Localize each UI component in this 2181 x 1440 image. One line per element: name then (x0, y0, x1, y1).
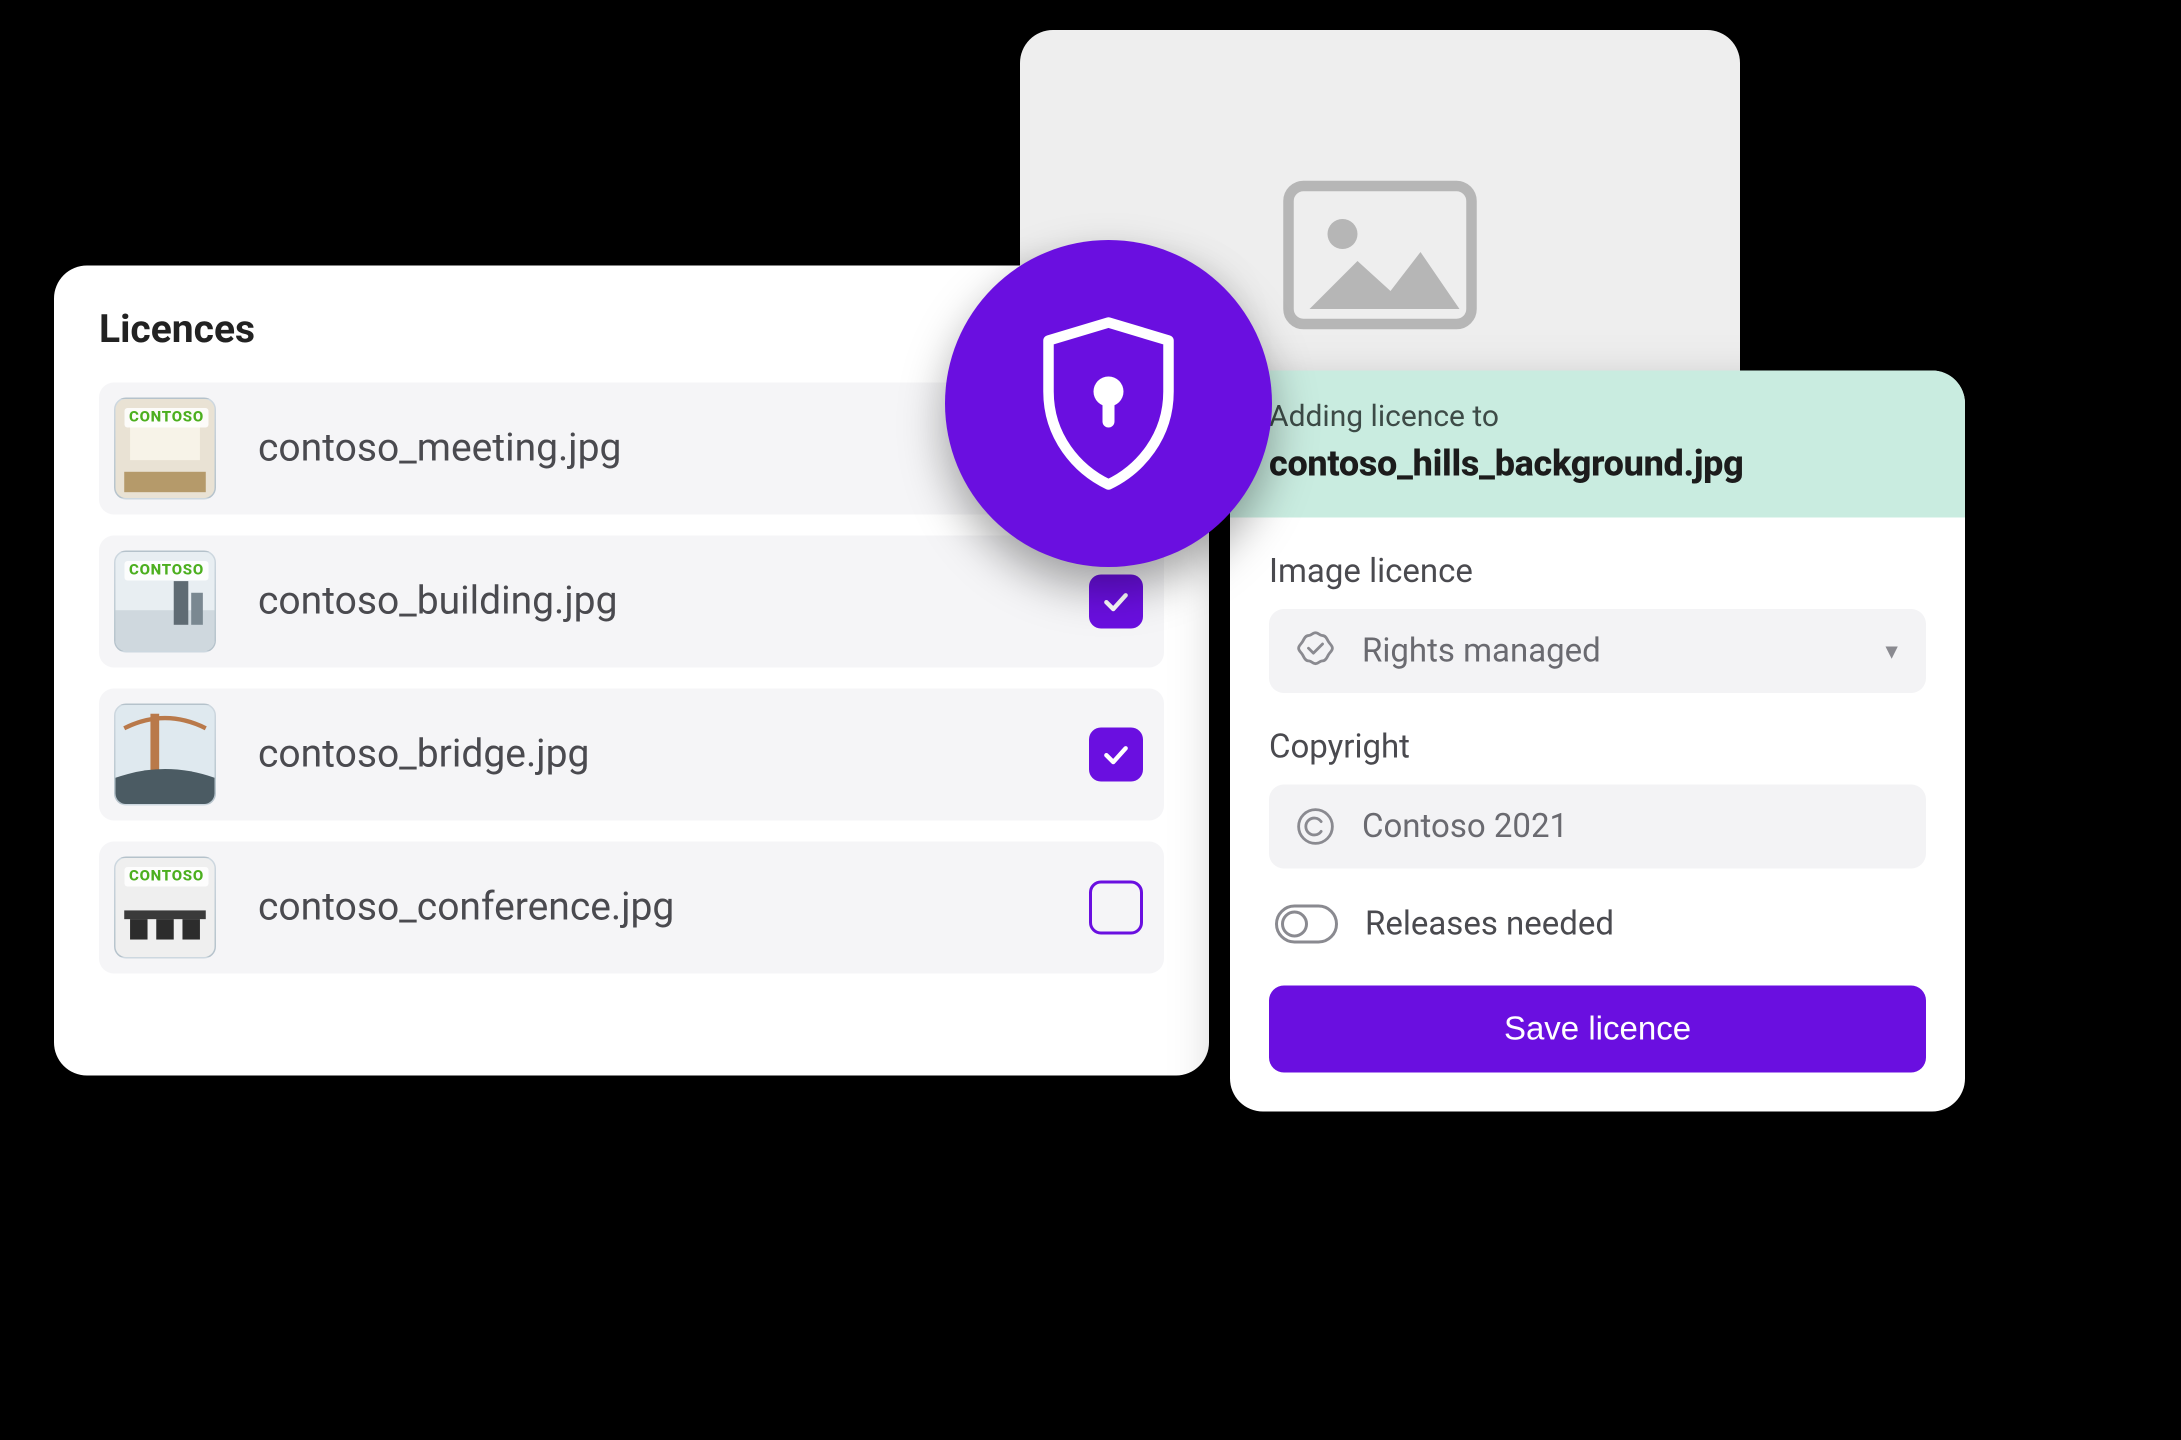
shield-lock-icon (1034, 314, 1184, 494)
image-placeholder-icon (1283, 180, 1478, 330)
shield-badge (945, 240, 1272, 567)
copyright-value: Contoso 2021 (1362, 808, 1902, 846)
check-icon (1100, 585, 1133, 618)
thumbnail-tag: CONTOSO (125, 408, 209, 428)
thumbnail-tag: CONTOSO (125, 867, 209, 887)
thumbnail-tag: CONTOSO (125, 561, 209, 581)
image-licence-label: Image licence (1269, 554, 1926, 592)
thumbnail (114, 704, 216, 806)
image-licence-value: Rights managed (1362, 632, 1857, 670)
checkbox-checked[interactable] (1089, 728, 1143, 782)
licence-filename: contoso_bridge.jpg (258, 732, 1071, 777)
releases-toggle[interactable] (1275, 905, 1338, 944)
chevron-down-icon: ▼ (1881, 638, 1902, 664)
thumbnail: CONTOSO (114, 398, 216, 500)
save-licence-button[interactable]: Save licence (1269, 986, 1926, 1073)
detail-subheading: Adding licence to (1269, 398, 1926, 434)
image-licence-select[interactable]: Rights managed ▼ (1269, 609, 1926, 693)
releases-label: Releases needed (1365, 905, 1614, 943)
checkbox-unchecked[interactable] (1089, 881, 1143, 935)
licence-row[interactable]: contoso_bridge.jpg (99, 689, 1164, 821)
check-icon (1100, 738, 1133, 771)
detail-filename: contoso_hills_background.jpg (1269, 443, 1926, 485)
copyright-label: Copyright (1269, 729, 1926, 767)
thumbnail: CONTOSO (114, 857, 216, 959)
copyright-icon (1293, 804, 1338, 849)
licence-row[interactable]: CONTOSO contoso_building.jpg (99, 536, 1164, 668)
licence-filename: contoso_building.jpg (258, 579, 1071, 624)
thumbnail: CONTOSO (114, 551, 216, 653)
licence-detail-header: Adding licence to contoso_hills_backgrou… (1230, 371, 1965, 518)
licence-row[interactable]: CONTOSO contoso_conference.jpg (99, 842, 1164, 974)
licence-detail-panel: Adding licence to contoso_hills_backgrou… (1230, 371, 1965, 1112)
licence-filename: contoso_conference.jpg (258, 885, 1071, 930)
copyright-input[interactable]: Contoso 2021 (1269, 785, 1926, 869)
rosette-icon (1293, 629, 1338, 674)
checkbox-checked[interactable] (1089, 575, 1143, 629)
